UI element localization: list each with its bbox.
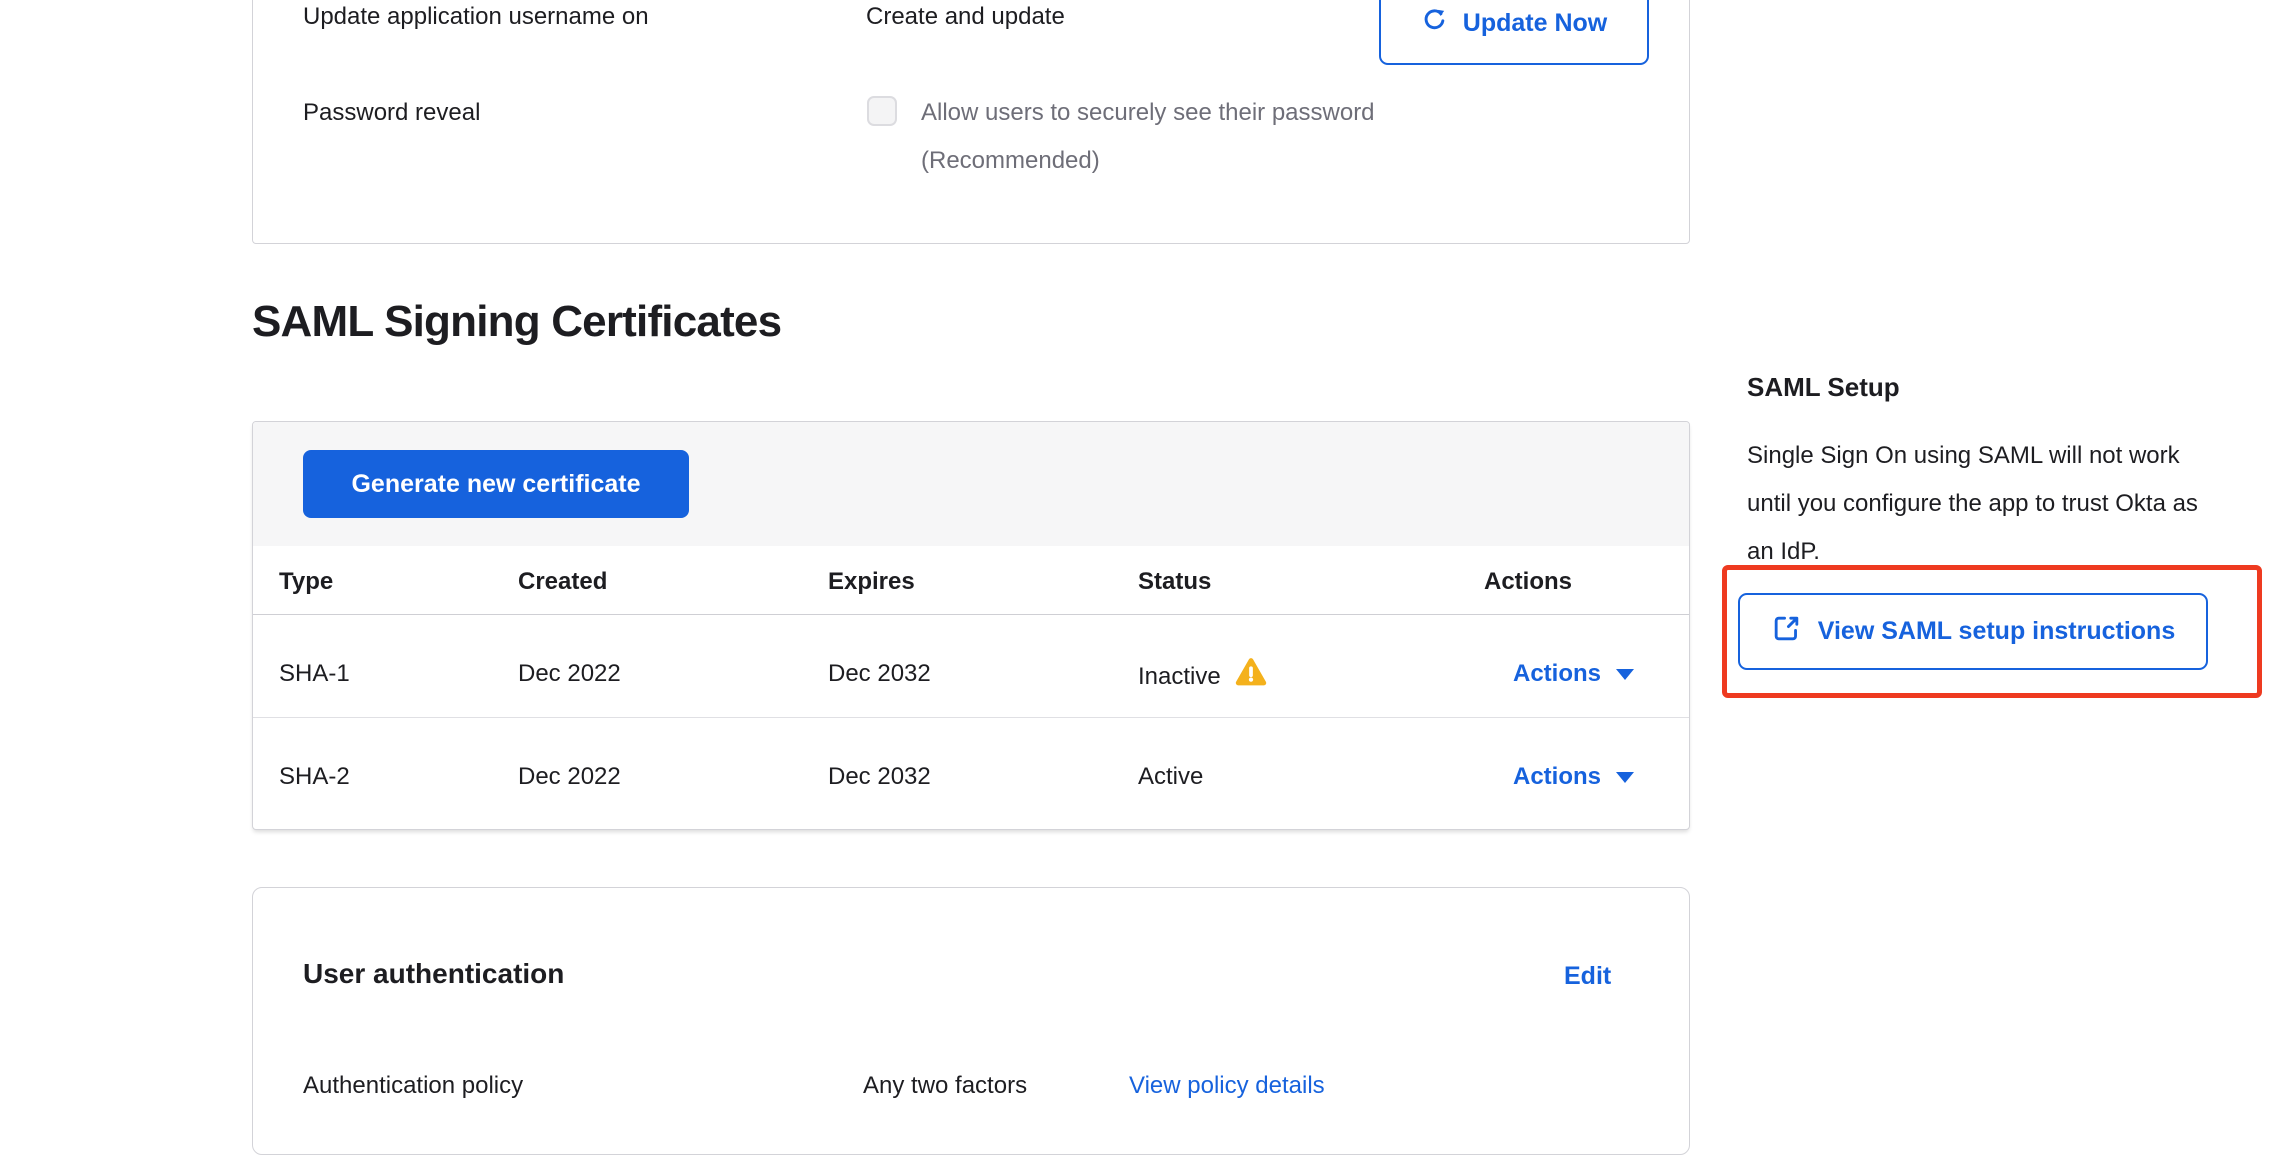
table-header-row: Type Created Expires Status Actions — [253, 546, 1689, 615]
cert-created: Dec 2022 — [518, 660, 621, 688]
warning-triangle-icon — [1235, 657, 1267, 694]
edit-link[interactable]: Edit — [1564, 962, 1611, 991]
cert-type: SHA-2 — [279, 763, 350, 791]
username-update-value: Create and update — [866, 3, 1065, 31]
view-saml-setup-instructions-button[interactable]: View SAML setup instructions — [1738, 593, 2208, 670]
saml-setup-description: Single Sign On using SAML will not work … — [1747, 432, 2227, 576]
password-reveal-checkbox-label: Allow users to securely see their passwo… — [921, 99, 1375, 127]
username-update-label: Update application username on — [303, 3, 649, 31]
refresh-icon — [1421, 6, 1448, 40]
actions-label: Actions — [1513, 660, 1601, 688]
authentication-policy-label: Authentication policy — [303, 1072, 523, 1100]
status-badge: Inactive — [1138, 663, 1221, 691]
password-reveal-label: Password reveal — [303, 99, 480, 127]
actions-dropdown[interactable]: Actions — [1513, 763, 1634, 791]
saml-certificates-card: Generate new certificate Type Created Ex… — [252, 421, 1690, 830]
saml-certificates-heading: SAML Signing Certificates — [252, 297, 781, 347]
column-header-status: Status — [1138, 568, 1211, 596]
cert-created: Dec 2022 — [518, 763, 621, 791]
red-highlight-annotation: View SAML setup instructions — [1722, 565, 2262, 698]
password-reveal-recommended-label: (Recommended) — [921, 147, 1100, 175]
user-authentication-heading: User authentication — [303, 958, 564, 990]
password-reveal-checkbox[interactable] — [867, 96, 897, 126]
authentication-policy-value: Any two factors — [863, 1072, 1027, 1100]
cert-expires: Dec 2032 — [828, 763, 931, 791]
caret-down-icon — [1616, 772, 1634, 783]
actions-label: Actions — [1513, 763, 1601, 791]
saml-setup-heading: SAML Setup — [1747, 372, 1900, 403]
update-now-button[interactable]: Update Now — [1379, 0, 1649, 65]
column-header-actions: Actions — [1484, 568, 1572, 596]
actions-dropdown[interactable]: Actions — [1513, 660, 1634, 688]
column-header-created: Created — [518, 568, 607, 596]
caret-down-icon — [1616, 669, 1634, 680]
cert-type: SHA-1 — [279, 660, 350, 688]
column-header-expires: Expires — [828, 568, 915, 596]
table-row: SHA-1 Dec 2022 Dec 2032 Inactive Actions — [253, 616, 1689, 718]
user-authentication-card: User authentication Edit Authentication … — [252, 887, 1690, 1155]
status-badge: Active — [1138, 763, 1203, 790]
table-row: SHA-2 Dec 2022 Dec 2032 Active Actions — [253, 719, 1689, 830]
column-header-type: Type — [279, 568, 333, 596]
update-now-label: Update Now — [1463, 9, 1607, 38]
sign-on-settings-card: Update application username on Create an… — [252, 0, 1690, 244]
view-saml-setup-instructions-label: View SAML setup instructions — [1818, 617, 2175, 646]
view-policy-details-link[interactable]: View policy details — [1129, 1072, 1325, 1100]
cert-expires: Dec 2032 — [828, 660, 931, 688]
generate-certificate-button[interactable]: Generate new certificate — [303, 450, 689, 518]
external-link-icon — [1771, 613, 1802, 651]
